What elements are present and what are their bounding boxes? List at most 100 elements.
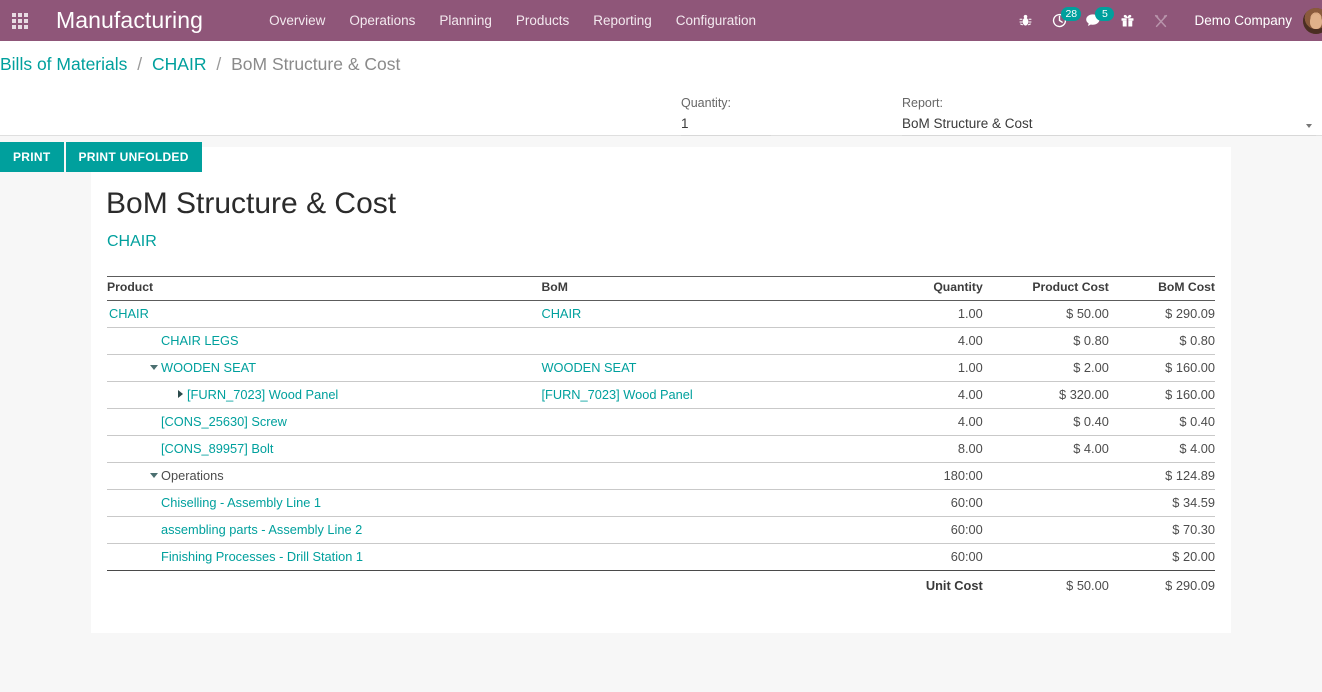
cell-product-cost: [982, 489, 1109, 517]
table-row[interactable]: Chiselling - Assembly Line 1 60:00 $ 34.…: [107, 489, 1215, 517]
bom-structure-table: Product BoM Quantity Product Cost BoM Co…: [107, 275, 1215, 599]
bom-link[interactable]: [FURN_7023] Wood Panel: [541, 387, 692, 402]
cell-product: Finishing Processes - Drill Station 1: [107, 543, 541, 570]
navbar-systray: 28 5 Demo Company: [1008, 0, 1322, 41]
table-row[interactable]: Operations 180:00 $ 124.89: [107, 462, 1215, 490]
user-avatar[interactable]: [1303, 7, 1322, 34]
cell-product-cost: $ 4.00: [982, 435, 1109, 463]
print-button[interactable]: PRINT: [0, 142, 64, 172]
apps-grid-dots: [12, 12, 28, 29]
quantity-input[interactable]: [681, 115, 771, 136]
activity-clock-icon[interactable]: 28: [1042, 0, 1082, 41]
report-sheet: BoM Structure & Cost CHAIR Product BoM Q…: [91, 147, 1231, 633]
cell-bom: [FURN_7023] Wood Panel: [541, 381, 877, 409]
product-link[interactable]: [FURN_7023] Wood Panel: [187, 387, 338, 402]
expand-toggle-operations[interactable]: [147, 472, 161, 478]
avatar-face: [1309, 13, 1322, 29]
menu-item-operations[interactable]: Operations: [337, 1, 427, 40]
menu-item-planning[interactable]: Planning: [427, 1, 504, 40]
cell-bom: [541, 327, 877, 355]
cell-product-cost: $ 50.00: [982, 300, 1109, 328]
product-link[interactable]: WOODEN SEAT: [161, 360, 256, 375]
cell-product-cost: $ 0.80: [982, 327, 1109, 355]
column-header-product-cost: Product Cost: [982, 275, 1109, 301]
breadcrumb: Bills of Materials / CHAIR / BoM Structu…: [0, 54, 400, 75]
table-row[interactable]: Finishing Processes - Drill Station 1 60…: [107, 543, 1215, 570]
operation-link[interactable]: assembling parts - Assembly Line 2: [161, 522, 362, 537]
product-link[interactable]: [CONS_25630] Screw: [161, 414, 287, 429]
cell-bom-cost: $ 124.89: [1108, 462, 1215, 490]
total-spacer-product: [107, 569, 542, 599]
gift-icon[interactable]: [1110, 0, 1144, 41]
cell-bom: [541, 543, 876, 570]
menu-item-products[interactable]: Products: [504, 1, 581, 40]
cell-product: CHAIR LEGS: [107, 327, 542, 355]
cell-product: WOODEN SEAT: [107, 354, 542, 382]
developer-tools-icon[interactable]: [1144, 0, 1178, 41]
table-row[interactable]: [CONS_25630] Screw 4.00 $ 0.40 $ 0.40: [107, 408, 1215, 436]
breadcrumb-separator-1: /: [137, 54, 143, 74]
cell-bom: CHAIR: [541, 300, 877, 328]
bug-icon[interactable]: [1008, 0, 1042, 41]
cell-bom: [541, 516, 877, 544]
print-unfolded-button[interactable]: PRINT UNFOLDED: [65, 142, 202, 172]
cell-bom-cost: $ 4.00: [1108, 435, 1215, 463]
product-link[interactable]: [CONS_89957] Bolt: [161, 441, 273, 456]
cell-product: [FURN_7023] Wood Panel: [107, 381, 542, 409]
cell-bom: WOODEN SEAT: [541, 354, 877, 382]
expand-toggle-wood-panel[interactable]: [173, 390, 187, 398]
action-button-row: PRINT PRINT UNFOLDED: [0, 142, 202, 172]
table-row[interactable]: CHAIR CHAIR 1.00 $ 50.00 $ 290.09: [107, 300, 1215, 328]
table-body: CHAIR CHAIR 1.00 $ 50.00 $ 290.09 CHAIR …: [107, 300, 1215, 599]
cell-bom-cost: $ 290.09: [1108, 300, 1215, 328]
cell-bom-cost: $ 34.59: [1108, 489, 1215, 517]
menu-item-configuration[interactable]: Configuration: [664, 1, 768, 40]
operation-link[interactable]: Finishing Processes - Drill Station 1: [161, 549, 363, 564]
table-row[interactable]: WOODEN SEAT WOODEN SEAT 1.00 $ 2.00 $ 16…: [107, 354, 1215, 382]
cell-quantity: 8.00: [876, 435, 983, 463]
bom-link[interactable]: WOODEN SEAT: [541, 360, 636, 375]
cell-product-cost: $ 2.00: [982, 354, 1109, 382]
menu-item-overview[interactable]: Overview: [257, 1, 337, 40]
product-link[interactable]: CHAIR LEGS: [161, 333, 239, 348]
bom-link[interactable]: CHAIR: [541, 306, 581, 321]
quantity-field-group: Quantity:: [681, 96, 771, 136]
caret-down-icon: [150, 472, 158, 478]
report-select[interactable]: [902, 115, 1316, 136]
cell-product-cost: $ 320.00: [982, 381, 1109, 409]
product-link[interactable]: CHAIR: [109, 306, 149, 321]
cell-product-cost: [982, 516, 1109, 544]
operations-label: Operations: [161, 467, 224, 483]
cell-product-cost: [982, 462, 1109, 490]
table-header-row: Product BoM Quantity Product Cost BoM Co…: [107, 275, 1215, 301]
cell-quantity: 1.00: [876, 354, 983, 382]
table-row[interactable]: CHAIR LEGS 4.00 $ 0.80 $ 0.80: [107, 327, 1215, 355]
table-row[interactable]: [CONS_89957] Bolt 8.00 $ 4.00 $ 4.00: [107, 435, 1215, 463]
messages-chat-icon[interactable]: 5: [1076, 0, 1115, 41]
table-row[interactable]: assembling parts - Assembly Line 2 60:00…: [107, 516, 1215, 544]
caret-down-icon: [150, 364, 158, 370]
cell-product: CHAIR: [107, 300, 542, 328]
menu-item-reporting[interactable]: Reporting: [581, 1, 664, 40]
table-row[interactable]: [FURN_7023] Wood Panel [FURN_7023] Wood …: [107, 381, 1215, 409]
cell-quantity: 60:00: [876, 489, 983, 517]
operation-link[interactable]: Chiselling - Assembly Line 1: [161, 495, 321, 510]
apps-grid-icon[interactable]: [0, 0, 40, 41]
column-header-bom: BoM: [541, 275, 877, 301]
expand-toggle-wooden-seat[interactable]: [147, 364, 161, 370]
breadcrumb-item-current: BoM Structure & Cost: [231, 54, 401, 74]
cell-product-cost: [983, 543, 1109, 570]
cell-product: assembling parts - Assembly Line 2: [107, 516, 542, 544]
company-switcher[interactable]: Demo Company: [1178, 13, 1303, 28]
unit-cost-product-cost: $ 50.00: [982, 569, 1109, 599]
cell-quantity: 60:00: [950, 548, 983, 564]
cell-product: [CONS_89957] Bolt: [107, 435, 542, 463]
report-label: Report:: [902, 96, 943, 110]
quantity-label: Quantity:: [681, 96, 732, 110]
cell-bom-cost: $ 0.40: [1108, 408, 1215, 436]
report-select-wrap: [902, 115, 1316, 136]
breadcrumb-item-bills-of-materials[interactable]: Bills of Materials: [0, 54, 127, 74]
breadcrumb-item-chair[interactable]: CHAIR: [152, 54, 206, 74]
content-area: BoM Structure & Cost CHAIR Product BoM Q…: [0, 136, 1322, 692]
app-brand-title: Manufacturing: [56, 7, 204, 33]
